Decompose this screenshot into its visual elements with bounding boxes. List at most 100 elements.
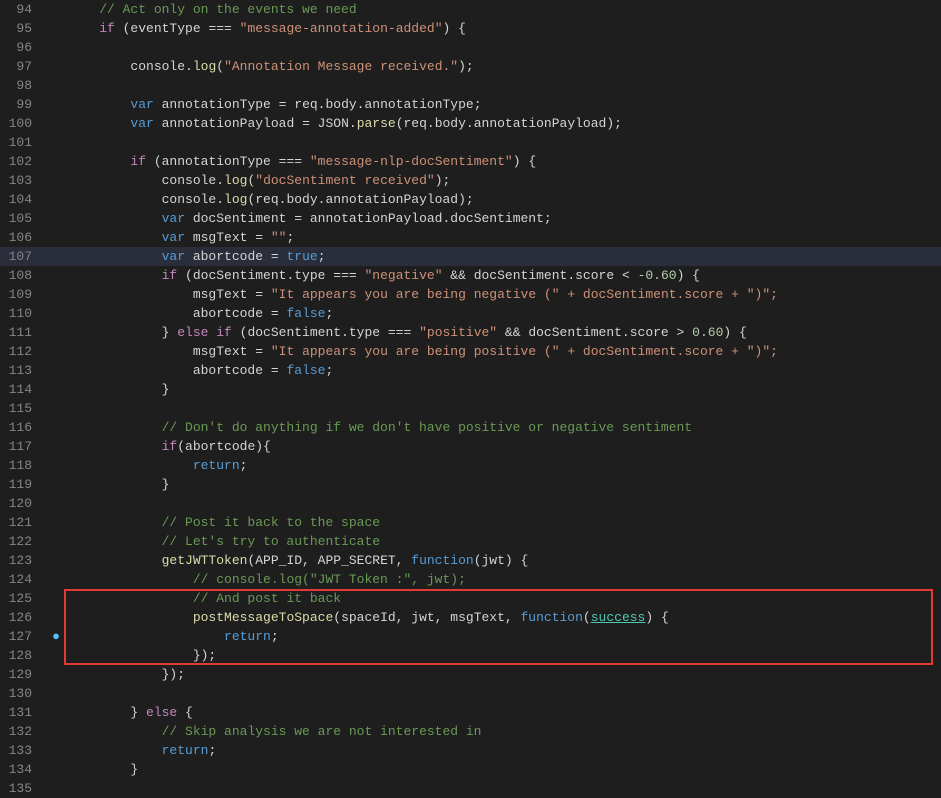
gutter-icon: [48, 437, 64, 456]
line-content: return;: [64, 627, 941, 646]
code-line: 134 }: [0, 760, 941, 779]
code-line: 108 if (docSentiment.type === "negative"…: [0, 266, 941, 285]
line-content: console.log("docSentiment received");: [64, 171, 941, 190]
code-line: 127● return;: [0, 627, 941, 646]
line-content: if (docSentiment.type === "negative" && …: [64, 266, 941, 285]
line-number: 117: [0, 437, 48, 456]
line-content: getJWTToken(APP_ID, APP_SECRET, function…: [64, 551, 941, 570]
line-content: abortcode = false;: [64, 304, 941, 323]
line-number: 116: [0, 418, 48, 437]
line-number: 106: [0, 228, 48, 247]
line-content: [64, 684, 941, 703]
line-number: 94: [0, 0, 48, 19]
gutter-icon: [48, 95, 64, 114]
code-line: 109 msgText = "It appears you are being …: [0, 285, 941, 304]
code-line: 132 // Skip analysis we are not interest…: [0, 722, 941, 741]
line-number: 97: [0, 57, 48, 76]
gutter-icon: [48, 171, 64, 190]
gutter-icon: [48, 380, 64, 399]
line-content: // Act only on the events we need: [64, 0, 941, 19]
line-content: });: [64, 646, 941, 665]
line-content: var msgText = "";: [64, 228, 941, 247]
code-line: 96: [0, 38, 941, 57]
line-number: 115: [0, 399, 48, 418]
gutter-icon: [48, 304, 64, 323]
line-content: if (annotationType === "message-nlp-docS…: [64, 152, 941, 171]
line-number: 123: [0, 551, 48, 570]
line-content: [64, 133, 941, 152]
gutter-icon: [48, 418, 64, 437]
gutter-icon: [48, 228, 64, 247]
line-content: // Post it back to the space: [64, 513, 941, 532]
gutter-icon: [48, 684, 64, 703]
code-line: 121 // Post it back to the space: [0, 513, 941, 532]
line-number: 121: [0, 513, 48, 532]
code-editor: 94 // Act only on the events we need95 i…: [0, 0, 941, 798]
line-content: });: [64, 665, 941, 684]
line-number: 98: [0, 76, 48, 95]
code-line: 117 if(abortcode){: [0, 437, 941, 456]
code-line: 95 if (eventType === "message-annotation…: [0, 19, 941, 38]
code-line: 125 // And post it back: [0, 589, 941, 608]
gutter-icon: [48, 190, 64, 209]
line-number: 125: [0, 589, 48, 608]
line-content: return;: [64, 456, 941, 475]
line-number: 118: [0, 456, 48, 475]
line-number: 131: [0, 703, 48, 722]
line-number: 132: [0, 722, 48, 741]
line-number: 101: [0, 133, 48, 152]
line-number: 104: [0, 190, 48, 209]
line-number: 100: [0, 114, 48, 133]
gutter-icon: [48, 608, 64, 627]
line-content: }: [64, 760, 941, 779]
line-number: 107: [0, 247, 48, 266]
line-number: 127: [0, 627, 48, 646]
line-content: console.log("Annotation Message received…: [64, 57, 941, 76]
line-number: 103: [0, 171, 48, 190]
line-content: [64, 76, 941, 95]
gutter-icon: [48, 551, 64, 570]
code-line: 112 msgText = "It appears you are being …: [0, 342, 941, 361]
line-content: abortcode = false;: [64, 361, 941, 380]
gutter-icon: [48, 532, 64, 551]
line-number: 129: [0, 665, 48, 684]
code-line: 130: [0, 684, 941, 703]
code-line: 102 if (annotationType === "message-nlp-…: [0, 152, 941, 171]
line-number: 108: [0, 266, 48, 285]
line-content: // Let's try to authenticate: [64, 532, 941, 551]
line-number: 109: [0, 285, 48, 304]
code-line: 129 });: [0, 665, 941, 684]
line-number: 130: [0, 684, 48, 703]
gutter-icon: ●: [48, 627, 64, 646]
line-number: 99: [0, 95, 48, 114]
line-number: 113: [0, 361, 48, 380]
line-content: // console.log("JWT Token :", jwt);: [64, 570, 941, 589]
line-content: [64, 399, 941, 418]
gutter-icon: [48, 19, 64, 38]
code-line: 122 // Let's try to authenticate: [0, 532, 941, 551]
code-line: 118 return;: [0, 456, 941, 475]
gutter-icon: [48, 475, 64, 494]
code-line: 94 // Act only on the events we need: [0, 0, 941, 19]
gutter-icon: [48, 323, 64, 342]
line-content: }: [64, 380, 941, 399]
gutter-icon: [48, 722, 64, 741]
line-content: console.log(req.body.annotationPayload);: [64, 190, 941, 209]
line-number: 122: [0, 532, 48, 551]
code-line: 98: [0, 76, 941, 95]
code-line: 99 var annotationType = req.body.annotat…: [0, 95, 941, 114]
line-content: // And post it back: [64, 589, 941, 608]
line-content: if(abortcode){: [64, 437, 941, 456]
code-line: 100 var annotationPayload = JSON.parse(r…: [0, 114, 941, 133]
line-number: 128: [0, 646, 48, 665]
gutter-icon: [48, 209, 64, 228]
line-number: 120: [0, 494, 48, 513]
gutter-icon: [48, 361, 64, 380]
gutter-icon: [48, 646, 64, 665]
gutter-icon: [48, 760, 64, 779]
line-content: var abortcode = true;: [64, 247, 941, 266]
line-content: [64, 38, 941, 57]
gutter-icon: [48, 570, 64, 589]
line-content: // Don't do anything if we don't have po…: [64, 418, 941, 437]
line-content: // Skip analysis we are not interested i…: [64, 722, 941, 741]
